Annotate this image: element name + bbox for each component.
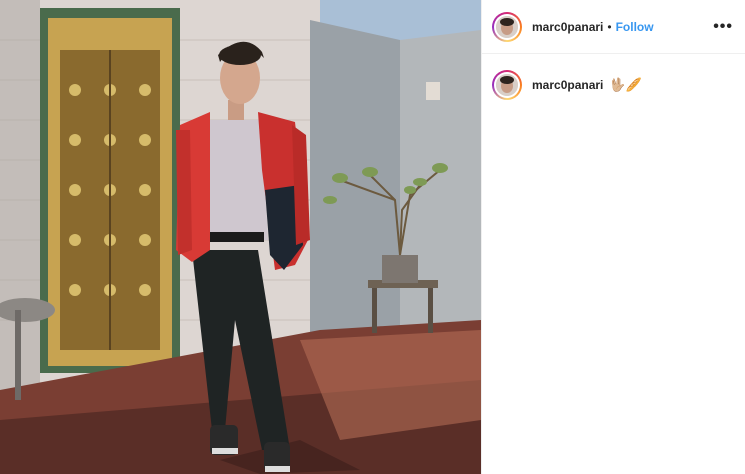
avatar[interactable] (492, 11, 522, 42)
post-sidebar: marc0panari • Follow ••• marc0panari 🖖🏼🥖 (481, 0, 745, 474)
follow-button[interactable]: Follow (616, 20, 654, 34)
post-photo[interactable] (0, 0, 481, 474)
caption-avatar-border (494, 72, 520, 98)
more-options-icon[interactable]: ••• (713, 18, 733, 35)
caption-avatar[interactable] (492, 70, 522, 100)
caption-username[interactable]: marc0panari (532, 78, 603, 92)
avatar-border (494, 13, 520, 40)
author-username[interactable]: marc0panari (532, 20, 603, 34)
post-caption: marc0panari 🖖🏼🥖 (482, 54, 745, 116)
instagram-post: marc0panari • Follow ••• marc0panari 🖖🏼🥖 (0, 0, 745, 474)
caption-avatar-image (496, 74, 518, 96)
separator-dot: • (607, 19, 612, 34)
avatar-image (496, 15, 518, 38)
post-header: marc0panari • Follow ••• (482, 0, 745, 54)
caption-text: 🖖🏼🥖 (609, 77, 642, 92)
